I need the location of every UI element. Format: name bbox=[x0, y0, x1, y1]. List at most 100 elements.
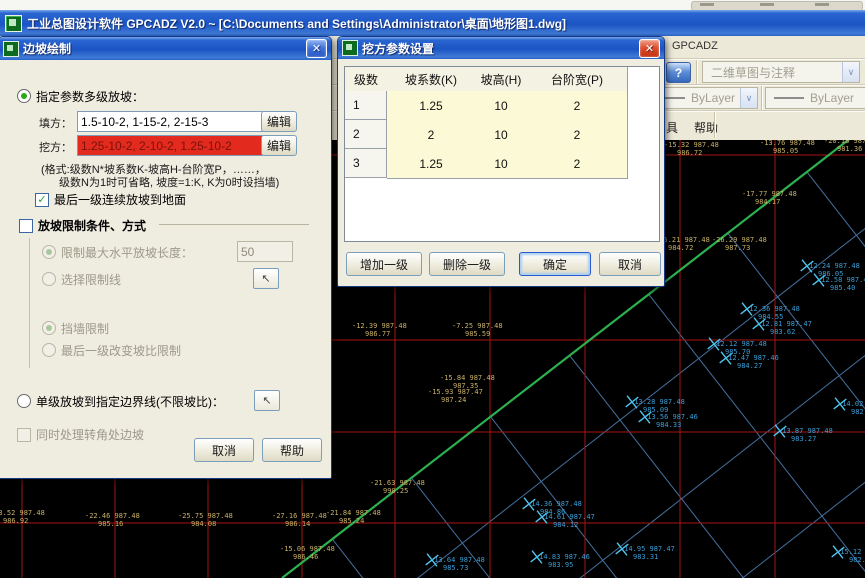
checkbox-last-level-to-ground[interactable]: ✓ 最后一级连续放坡到地面 bbox=[35, 191, 186, 208]
radio-icon bbox=[17, 89, 31, 103]
background-window-strip bbox=[0, 0, 865, 10]
boundary-pick-button[interactable]: ↖ bbox=[254, 390, 280, 411]
row-level: 2 bbox=[345, 120, 387, 149]
slope-dialog-title-bar[interactable]: 边坡绘制 ✕ bbox=[0, 37, 331, 60]
cad-coordinate-label: -17.77 987.48984.17 bbox=[742, 190, 797, 206]
excavation-dialog-title-bar[interactable]: 挖方参数设置 ✕ bbox=[338, 37, 664, 59]
menubar-brand-label: GPCADZ bbox=[672, 40, 718, 52]
cad-coordinate-label: -13.64 987.48985.73 bbox=[430, 556, 485, 572]
cell-h[interactable]: 10 bbox=[475, 149, 528, 179]
cad-coordinate-label: -7.25 987.48985.59 bbox=[452, 322, 503, 338]
cad-coordinate-label: -12.58 987.47985.40 bbox=[817, 276, 865, 292]
column-header: 坡高(H) bbox=[475, 67, 528, 92]
main-title-bar[interactable]: 工业总图设计软件 GPCADZ V2.0 ~ [C:\Documents and… bbox=[0, 10, 865, 36]
column-header: 坡系数(K) bbox=[387, 67, 476, 92]
cad-coordinate-label: -21.63 987.48990.25 bbox=[370, 479, 425, 495]
checkbox-slope-limit[interactable]: 放坡限制条件、方式 bbox=[19, 217, 146, 234]
line-swatch bbox=[774, 97, 804, 99]
radio-icon bbox=[42, 343, 56, 357]
cancel-button[interactable]: 取消 bbox=[194, 438, 254, 462]
cad-coordinate-label: -13.76 987.48985.05 bbox=[760, 140, 815, 155]
delete-level-button[interactable]: 删除一级 bbox=[429, 252, 505, 276]
radio-select-limit-line[interactable]: 选择限制线 bbox=[42, 271, 121, 288]
close-button[interactable]: ✕ bbox=[306, 39, 327, 58]
checkbox-icon bbox=[19, 219, 33, 233]
cad-coordinate-label: -15.12 987.48982.58 bbox=[836, 548, 865, 564]
cut-value: 1.25-10-2, 2-10-2, 1.25-10-2 bbox=[81, 139, 232, 153]
line-swatch bbox=[663, 97, 685, 99]
checkbox-handle-corners[interactable]: 同时处理转角处边坡 bbox=[17, 426, 144, 443]
menu-item-tools-partial[interactable]: 具 bbox=[666, 119, 678, 136]
checkbox-icon bbox=[17, 428, 31, 442]
radio-icon bbox=[42, 321, 56, 335]
checkbox-icon: ✓ bbox=[35, 193, 49, 207]
menu-row: 具 帮助 bbox=[662, 114, 865, 140]
close-button[interactable]: ✕ bbox=[639, 39, 660, 58]
gpcadz-app-icon bbox=[5, 15, 22, 32]
cad-coordinate-label: -14.95 987.47983.31 bbox=[620, 545, 675, 561]
slope-dialog-title: 边坡绘制 bbox=[23, 40, 71, 57]
cad-coordinate-label: -23.52 987.48986.92 bbox=[0, 509, 45, 525]
max-length-input[interactable]: 50 bbox=[237, 241, 293, 262]
workspace-dropdown[interactable]: 二维草图与注释 ∨ bbox=[702, 61, 860, 83]
cad-coordinate-label: -15.32 987.48986.72 bbox=[664, 141, 719, 157]
radio-retaining-wall-limit[interactable]: 挡墙限制 bbox=[42, 320, 109, 337]
dialog-icon bbox=[3, 41, 19, 57]
add-level-button[interactable]: 增加一级 bbox=[346, 252, 422, 276]
row-level: 1 bbox=[345, 91, 387, 120]
cad-coordinate-label: -14.61 987.47984.12 bbox=[540, 513, 595, 529]
radio-icon bbox=[17, 394, 31, 408]
cad-coordinate-label: -27.16 987.48986.14 bbox=[272, 512, 327, 528]
cad-coordinate-label: -13.28 987.48985.09 bbox=[630, 398, 685, 414]
chevron-down-icon[interactable]: ∨ bbox=[740, 88, 757, 108]
cad-coordinate-label: -12.81 987.47983.62 bbox=[757, 320, 812, 336]
linetype-dropdown-1[interactable]: ByLayer ∨ bbox=[655, 87, 758, 109]
help-button[interactable]: ? bbox=[666, 62, 691, 83]
cell-h[interactable]: 10 bbox=[475, 91, 528, 121]
column-header: 级数 bbox=[345, 67, 388, 92]
linetype-dropdown-2[interactable]: ByLayer bbox=[765, 87, 865, 109]
format-note-line2: 级数N为1时可省略, 坡度=1:K, K为0时设挡墙) bbox=[59, 174, 279, 190]
radio-multi-level-slope[interactable]: 指定参数多级放坡： bbox=[17, 88, 144, 105]
cell-p[interactable]: 2 bbox=[527, 149, 628, 179]
cad-coordinate-label: -15.06 987.48986.46 bbox=[280, 545, 335, 561]
radio-max-horizontal-length[interactable]: 限制最大水平放坡长度： bbox=[42, 244, 193, 261]
cell-k[interactable]: 1.25 bbox=[387, 91, 476, 121]
slope-dialog-body: 指定参数多级放坡： 填方： 1.5-10-2, 1-15-2, 2-15-3 编… bbox=[0, 60, 331, 478]
cell-k[interactable]: 2 bbox=[387, 120, 476, 150]
excavation-dialog-body: 级数 坡系数(K) 坡高(H) 台阶宽(P) 1 1.25 10 2 2 2 1… bbox=[338, 59, 664, 286]
row-level: 3 bbox=[345, 149, 387, 178]
pick-icon: ↖ bbox=[262, 394, 271, 407]
cell-p[interactable]: 2 bbox=[527, 91, 628, 121]
check-icon: ✓ bbox=[37, 193, 46, 206]
cad-coordinate-label: -15.93 987.47987.24 bbox=[428, 388, 483, 404]
chevron-down-icon[interactable]: ∨ bbox=[842, 62, 859, 82]
cad-coordinate-label: -14.83 987.46983.95 bbox=[535, 553, 590, 569]
radio-change-slope-ratio[interactable]: 最后一级改变坡比限制 bbox=[42, 342, 181, 359]
fill-edit-button[interactable]: 编辑 bbox=[261, 111, 297, 132]
column-header: 台阶宽(P) bbox=[527, 67, 628, 92]
radio-icon bbox=[42, 245, 56, 259]
cad-coordinate-label: -14.02 987.46982.74 bbox=[838, 400, 865, 416]
cell-h[interactable]: 10 bbox=[475, 120, 528, 150]
cut-edit-button[interactable]: 编辑 bbox=[261, 135, 297, 156]
workspace-dropdown-value: 二维草图与注释 bbox=[711, 64, 795, 81]
cad-coordinate-label: -22.46 987.48985.16 bbox=[85, 512, 140, 528]
cad-coordinate-label: -13.56 987.46984.33 bbox=[643, 413, 698, 429]
help-button[interactable]: 帮助 bbox=[262, 438, 322, 462]
cell-k[interactable]: 1.25 bbox=[387, 149, 476, 179]
cut-input[interactable]: 1.25-10-2, 2-10-2, 1.25-10-2 bbox=[77, 135, 263, 156]
radio-multi-level-label: 指定参数多级放坡： bbox=[36, 88, 144, 105]
window-title: 工业总图设计软件 GPCADZ V2.0 ~ [C:\Documents and… bbox=[27, 15, 566, 32]
cell-p[interactable]: 2 bbox=[527, 120, 628, 150]
ok-button[interactable]: 确定 bbox=[519, 252, 591, 276]
fill-input[interactable]: 1.5-10-2, 1-15-2, 2-15-3 bbox=[77, 111, 263, 132]
cancel-button[interactable]: 取消 bbox=[599, 252, 661, 276]
select-limit-line-pick-button[interactable]: ↖ bbox=[253, 268, 279, 289]
excavation-dialog: 挖方参数设置 ✕ 级数 坡系数(K) 坡高(H) 台阶宽(P) 1 1.25 1… bbox=[337, 36, 665, 287]
radio-single-level-to-boundary[interactable]: 单级放坡到指定边界线(不限坡比)： bbox=[17, 393, 224, 410]
cad-coordinate-label: -12.39 987.48986.77 bbox=[352, 322, 407, 338]
screen: { "window": { "title": "工业总图设计软件 GPCADZ … bbox=[0, 0, 865, 578]
cad-coordinate-label: -13.87 987.48983.27 bbox=[778, 427, 833, 443]
cad-coordinate-label: -20.18 987.48981.36 bbox=[824, 140, 865, 153]
